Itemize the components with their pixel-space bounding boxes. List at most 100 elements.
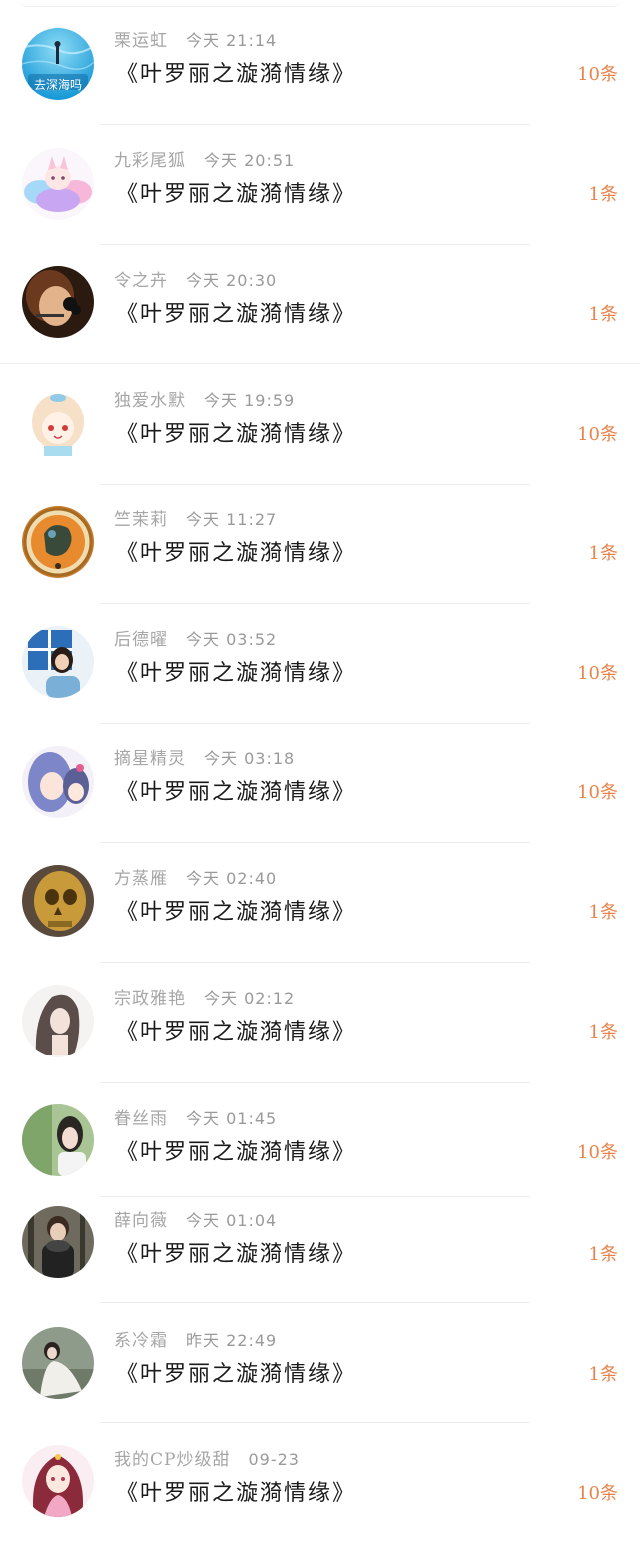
previous-card-edge xyxy=(20,0,620,7)
divider xyxy=(100,1082,530,1083)
avatar[interactable]: 去深海吗 xyxy=(22,28,94,100)
sender-meta: 独爱水默 今天 19:59 xyxy=(114,386,296,411)
sender-meta: 后德曜 今天 03:52 xyxy=(114,625,278,650)
message-title: 《叶罗丽之漩漪情缘》 xyxy=(116,302,357,327)
message-time: 今天 03:52 xyxy=(186,630,278,649)
message-time: 今天 21:14 xyxy=(186,31,278,50)
message-time: 今天 20:30 xyxy=(186,271,278,290)
avatar[interactable] xyxy=(22,746,94,818)
message-time: 今天 01:04 xyxy=(186,1211,278,1230)
sender-name: 薛向薇 xyxy=(114,1211,168,1231)
message-item[interactable]: 宗政雅艳 今天 02:12 《叶罗丽之漩漪情缘》 1条 xyxy=(0,976,640,1086)
avatar[interactable] xyxy=(22,266,94,338)
avatar[interactable] xyxy=(22,865,94,937)
avatar[interactable] xyxy=(22,1104,94,1176)
divider xyxy=(100,244,530,245)
sender-meta: 栗运虹 今天 21:14 xyxy=(114,26,278,51)
sender-meta: 我的CP炒级甜 09-23 xyxy=(114,1445,300,1470)
anime-pair-icon xyxy=(22,746,94,818)
avatar[interactable] xyxy=(22,1445,94,1517)
message-time: 昨天 22:49 xyxy=(186,1331,278,1350)
avatar[interactable] xyxy=(22,626,94,698)
anime-princess-icon xyxy=(22,1445,94,1517)
message-item[interactable]: 系冷霜 昨天 22:49 《叶罗丽之漩漪情缘》 1条 xyxy=(0,1318,640,1428)
divider xyxy=(100,603,530,604)
message-title: 《叶罗丽之漩漪情缘》 xyxy=(116,900,357,925)
message-item[interactable]: 独爱水默 今天 19:59 《叶罗丽之漩漪情缘》 10条 xyxy=(0,378,640,488)
message-item[interactable]: 九彩尾狐 今天 20:51 《叶罗丽之漩漪情缘》 1条 xyxy=(0,138,640,248)
anime-girl-icon xyxy=(22,388,94,460)
medallion-icon xyxy=(22,506,94,578)
sender-name: 摘星精灵 xyxy=(114,749,186,769)
message-item[interactable]: 后德曜 今天 03:52 《叶罗丽之漩漪情缘》 10条 xyxy=(0,617,640,727)
unread-count: 10条 xyxy=(577,64,618,85)
message-title: 《叶罗丽之漩漪情缘》 xyxy=(116,780,357,805)
sender-meta: 系冷霜 昨天 22:49 xyxy=(114,1326,278,1351)
sender-meta: 薛向薇 今天 01:04 xyxy=(114,1206,278,1231)
sender-name: 独爱水默 xyxy=(114,391,186,411)
rainbow-fox-icon xyxy=(22,148,94,220)
message-title: 《叶罗丽之漩漪情缘》 xyxy=(116,541,357,566)
lady-white-dress-icon xyxy=(22,1327,94,1399)
sender-meta: 九彩尾狐 今天 20:51 xyxy=(114,146,296,171)
message-time: 今天 20:51 xyxy=(204,151,296,170)
message-title: 《叶罗丽之漩漪情缘》 xyxy=(116,1020,357,1045)
message-item[interactable]: 令之卉 今天 20:30 《叶罗丽之漩漪情缘》 1条 xyxy=(0,258,640,368)
sketch-woman-icon xyxy=(22,985,94,1057)
message-item[interactable]: 摘星精灵 今天 03:18 《叶罗丽之漩漪情缘》 10条 xyxy=(0,736,640,846)
divider xyxy=(100,842,530,843)
woman-green-icon xyxy=(22,1104,94,1176)
message-time: 今天 03:18 xyxy=(204,749,296,768)
girl-window-icon xyxy=(22,626,94,698)
avatar[interactable] xyxy=(22,506,94,578)
sender-name: 栗运虹 xyxy=(114,31,168,51)
avatar[interactable] xyxy=(22,148,94,220)
message-title: 《叶罗丽之漩漪情缘》 xyxy=(116,1362,357,1387)
sender-name: 眷丝雨 xyxy=(114,1109,168,1129)
message-title: 《叶罗丽之漩漪情缘》 xyxy=(116,1140,357,1165)
sender-meta: 眷丝雨 今天 01:45 xyxy=(114,1104,278,1129)
divider xyxy=(100,484,530,485)
sender-name: 竺茉莉 xyxy=(114,510,168,530)
sender-meta: 摘星精灵 今天 03:18 xyxy=(114,744,296,769)
message-title: 《叶罗丽之漩漪情缘》 xyxy=(116,422,357,447)
message-title: 《叶罗丽之漩漪情缘》 xyxy=(116,62,357,87)
section-divider xyxy=(0,363,640,364)
message-time: 今天 02:12 xyxy=(204,989,296,1008)
sender-meta: 令之卉 今天 20:30 xyxy=(114,266,278,291)
divider xyxy=(100,1422,530,1423)
message-time: 09-23 xyxy=(248,1450,300,1469)
message-title: 《叶罗丽之漩漪情缘》 xyxy=(116,1481,357,1506)
sender-meta: 宗政雅艳 今天 02:12 xyxy=(114,984,296,1009)
message-item[interactable]: 我的CP炒级甜 09-23 《叶罗丽之漩漪情缘》 10条 xyxy=(0,1437,640,1547)
message-title: 《叶罗丽之漩漪情缘》 xyxy=(116,1242,357,1267)
sender-meta: 方蒸雁 今天 02:40 xyxy=(114,864,277,889)
unread-count: 10条 xyxy=(577,663,618,684)
message-title: 《叶罗丽之漩漪情缘》 xyxy=(116,182,357,207)
avatar[interactable] xyxy=(22,1206,94,1278)
unread-count: 1条 xyxy=(588,902,618,923)
avatar[interactable] xyxy=(22,1327,94,1399)
unread-count: 10条 xyxy=(577,1142,618,1163)
message-item[interactable]: 薛向薇 今天 01:04 《叶罗丽之漩漪情缘》 1条 xyxy=(0,1198,640,1308)
message-time: 今天 01:45 xyxy=(186,1109,278,1128)
avatar[interactable] xyxy=(22,985,94,1057)
message-item[interactable]: 去深海吗 栗运虹 今天 21:14 《叶罗丽之漩漪情缘》 10条 xyxy=(0,18,640,128)
message-item[interactable]: 方蒸雁 今天 02:40 《叶罗丽之漩漪情缘》 1条 xyxy=(0,856,640,966)
avatar[interactable] xyxy=(22,388,94,460)
message-item[interactable]: 竺茉莉 今天 11:27 《叶罗丽之漩漪情缘》 1条 xyxy=(0,497,640,607)
message-time: 今天 19:59 xyxy=(204,391,296,410)
unread-count: 1条 xyxy=(588,1022,618,1043)
sender-name: 宗政雅艳 xyxy=(114,989,186,1009)
message-item[interactable]: 眷丝雨 今天 01:45 《叶罗丽之漩漪情缘》 10条 xyxy=(0,1096,640,1206)
message-time: 今天 11:27 xyxy=(186,510,278,529)
sender-name: 后德曜 xyxy=(114,630,168,650)
unread-count: 1条 xyxy=(588,304,618,325)
avatar-caption: 去深海吗 xyxy=(33,78,82,92)
golden-skull-icon xyxy=(22,865,94,937)
divider xyxy=(100,1196,530,1197)
unread-count: 10条 xyxy=(577,782,618,803)
unread-count: 1条 xyxy=(588,543,618,564)
divider xyxy=(100,723,530,724)
unread-count: 10条 xyxy=(577,1483,618,1504)
